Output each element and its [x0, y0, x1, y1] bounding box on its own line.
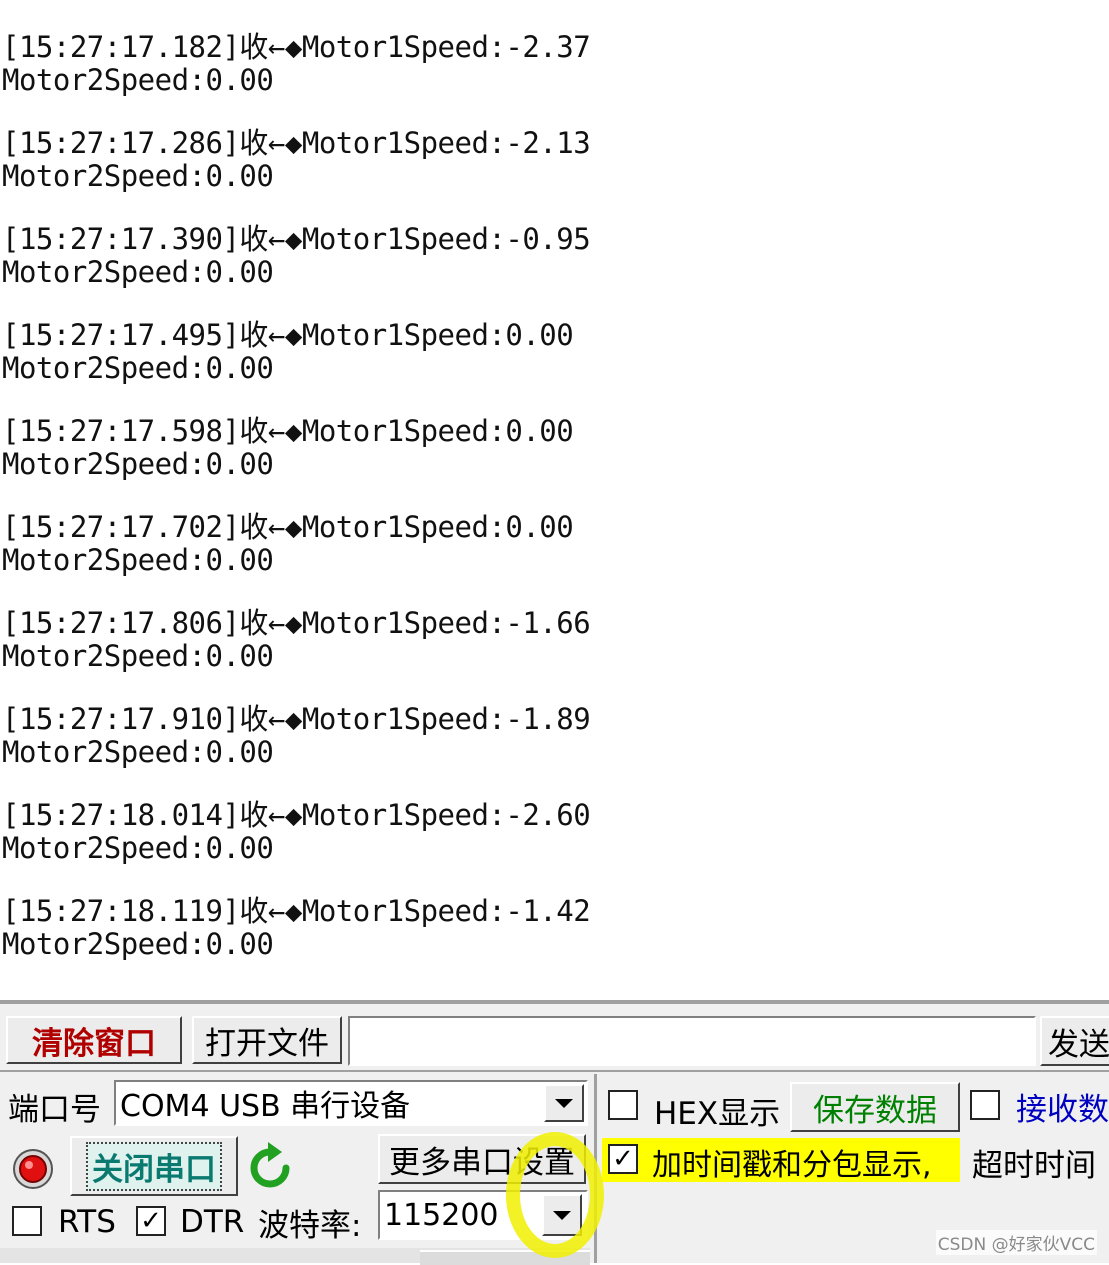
- log-timestamp-prefix: [15:27:17.495]收←◆: [2, 318, 302, 352]
- log-motor1-speed: Motor1Speed:-1.66: [301, 606, 591, 640]
- log-timestamp-prefix: [15:27:17.390]收←◆: [2, 222, 302, 256]
- log-line-motor1: [15:27:17.390]收←◆Motor1Speed:-0.95: [2, 222, 591, 256]
- log-motor2-speed: Motor2Speed:0.00: [2, 159, 274, 193]
- log-motor2-speed: Motor2Speed:0.00: [2, 255, 274, 289]
- log-line-motor1: [15:27:17.286]收←◆Motor1Speed:-2.13: [2, 126, 591, 160]
- log-entry: [15:27:17.390]收←◆Motor1Speed:-0.95 Motor2…: [2, 222, 591, 289]
- log-line-motor1: [15:27:17.598]收←◆Motor1Speed:0.00: [2, 414, 574, 448]
- save-data-button[interactable]: 保存数据: [790, 1082, 960, 1132]
- log-entry: [15:27:17.598]收←◆Motor1Speed:0.00 Motor2S…: [2, 414, 574, 481]
- log-motor1-speed: Motor1Speed:-2.13: [301, 126, 591, 160]
- port-select-value: COM4 USB 串行设备: [120, 1089, 411, 1124]
- receive-to-file-checkbox[interactable]: [970, 1090, 1000, 1120]
- hex-display-checkbox[interactable]: [608, 1090, 638, 1120]
- log-line-motor1: [15:27:17.910]收←◆Motor1Speed:-1.89: [2, 702, 591, 736]
- log-motor1-speed: Motor1Speed:-1.42: [301, 894, 591, 928]
- port-select[interactable]: COM4 USB 串行设备: [114, 1080, 588, 1126]
- log-motor1-speed: Motor1Speed:0.00: [301, 414, 574, 448]
- control-panel: 清除窗口 打开文件 发送 端口号 COM4 USB 串行设备 关闭串口 更多串口…: [0, 1000, 1109, 1265]
- timestamp-checkbox[interactable]: ✓: [608, 1144, 638, 1174]
- port-label: 端口号: [8, 1092, 101, 1128]
- log-entry: [15:27:17.806]收←◆Motor1Speed:-1.66 Motor2…: [2, 606, 591, 673]
- log-entry: [15:27:17.286]收←◆Motor1Speed:-2.13 Motor2…: [2, 126, 591, 193]
- log-motor1-speed: Motor1Speed:-0.95: [301, 222, 591, 256]
- receive-log[interactable]: [15:27:17.182]收←◆Motor1Speed:-2.37 Motor2…: [0, 0, 1109, 1000]
- chevron-down-icon: [555, 1098, 573, 1108]
- log-motor2-speed: Motor2Speed:0.00: [2, 351, 274, 385]
- clear-window-button[interactable]: 清除窗口: [6, 1016, 182, 1064]
- row-divider: [0, 1070, 1109, 1072]
- rts-label: RTS: [58, 1204, 116, 1240]
- log-line-motor1: [15:27:18.014]收←◆Motor1Speed:-2.60: [2, 798, 591, 832]
- log-timestamp-prefix: [15:27:17.598]收←◆: [2, 414, 302, 448]
- log-entry: [15:27:18.119]收←◆Motor1Speed:-1.42 Motor2…: [2, 894, 591, 961]
- port-status-icon: [12, 1148, 54, 1190]
- log-entry: [15:27:17.910]收←◆Motor1Speed:-1.89 Motor2…: [2, 702, 591, 769]
- log-motor2-speed: Motor2Speed:0.00: [2, 927, 274, 961]
- timeout-label: 超时时间: [972, 1148, 1096, 1184]
- dtr-label: DTR: [180, 1204, 245, 1240]
- open-file-button[interactable]: 打开文件: [192, 1016, 342, 1064]
- log-motor2-speed: Motor2Speed:0.00: [2, 63, 274, 97]
- log-timestamp-prefix: [15:27:17.910]收←◆: [2, 702, 302, 736]
- refresh-icon[interactable]: [246, 1142, 294, 1194]
- dtr-checkbox[interactable]: ✓: [136, 1206, 166, 1236]
- log-line-motor1: [15:27:17.495]收←◆Motor1Speed:0.00: [2, 318, 574, 352]
- log-line-motor1: [15:27:18.119]收←◆Motor1Speed:-1.42: [2, 894, 591, 928]
- log-motor1-speed: Motor1Speed:-1.89: [301, 702, 591, 736]
- log-entry: [15:27:17.495]收←◆Motor1Speed:0.00 Motor2S…: [2, 318, 574, 385]
- log-timestamp-prefix: [15:27:17.806]收←◆: [2, 606, 302, 640]
- log-motor2-speed: Motor2Speed:0.00: [2, 735, 274, 769]
- log-motor2-speed: Motor2Speed:0.00: [2, 447, 274, 481]
- log-line-motor1: [15:27:17.182]收←◆Motor1Speed:-2.37: [2, 30, 591, 64]
- timestamp-label: 加时间戳和分包显示,: [652, 1148, 932, 1183]
- hex-display-label: HEX显示: [654, 1096, 781, 1132]
- annotation-circle: [506, 1132, 604, 1258]
- log-motor1-speed: Motor1Speed:-2.60: [301, 798, 591, 832]
- log-motor2-speed: Motor2Speed:0.00: [2, 831, 274, 865]
- send-button[interactable]: 发送: [1040, 1016, 1109, 1066]
- log-timestamp-prefix: [15:27:17.702]收←◆: [2, 510, 302, 544]
- log-timestamp-prefix: [15:27:18.014]收←◆: [2, 798, 302, 832]
- rts-checkbox[interactable]: [12, 1206, 42, 1236]
- log-entry: [15:27:17.182]收←◆Motor1Speed:-2.37 Motor2…: [2, 30, 591, 97]
- log-line-motor1: [15:27:17.806]收←◆Motor1Speed:-1.66: [2, 606, 591, 640]
- log-entry: [15:27:17.702]收←◆Motor1Speed:0.00 Motor2S…: [2, 510, 574, 577]
- file-path-input[interactable]: [348, 1016, 1036, 1066]
- log-timestamp-prefix: [15:27:17.182]收←◆: [2, 30, 302, 64]
- log-motor1-speed: Motor1Speed:-2.37: [301, 30, 591, 64]
- close-port-button[interactable]: 关闭串口: [70, 1136, 238, 1196]
- log-motor1-speed: Motor1Speed:0.00: [301, 510, 574, 544]
- log-motor2-speed: Motor2Speed:0.00: [2, 639, 274, 673]
- watermark-text: CSDN @好家伙VCC: [935, 1230, 1097, 1255]
- log-line-motor1: [15:27:17.702]收←◆Motor1Speed:0.00: [2, 510, 574, 544]
- log-motor2-speed: Motor2Speed:0.00: [2, 543, 274, 577]
- log-timestamp-prefix: [15:27:18.119]收←◆: [2, 894, 302, 928]
- port-dropdown-button[interactable]: [544, 1084, 584, 1122]
- receive-to-file-label: 接收数: [1016, 1092, 1109, 1128]
- baud-label: 波特率:: [258, 1208, 362, 1244]
- log-motor1-speed: Motor1Speed:0.00: [301, 318, 574, 352]
- log-entry: [15:27:18.014]收←◆Motor1Speed:-2.60 Motor2…: [2, 798, 591, 865]
- baud-select-value: 115200: [384, 1197, 499, 1233]
- close-port-label: 关闭串口: [86, 1141, 222, 1191]
- log-timestamp-prefix: [15:27:17.286]收←◆: [2, 126, 302, 160]
